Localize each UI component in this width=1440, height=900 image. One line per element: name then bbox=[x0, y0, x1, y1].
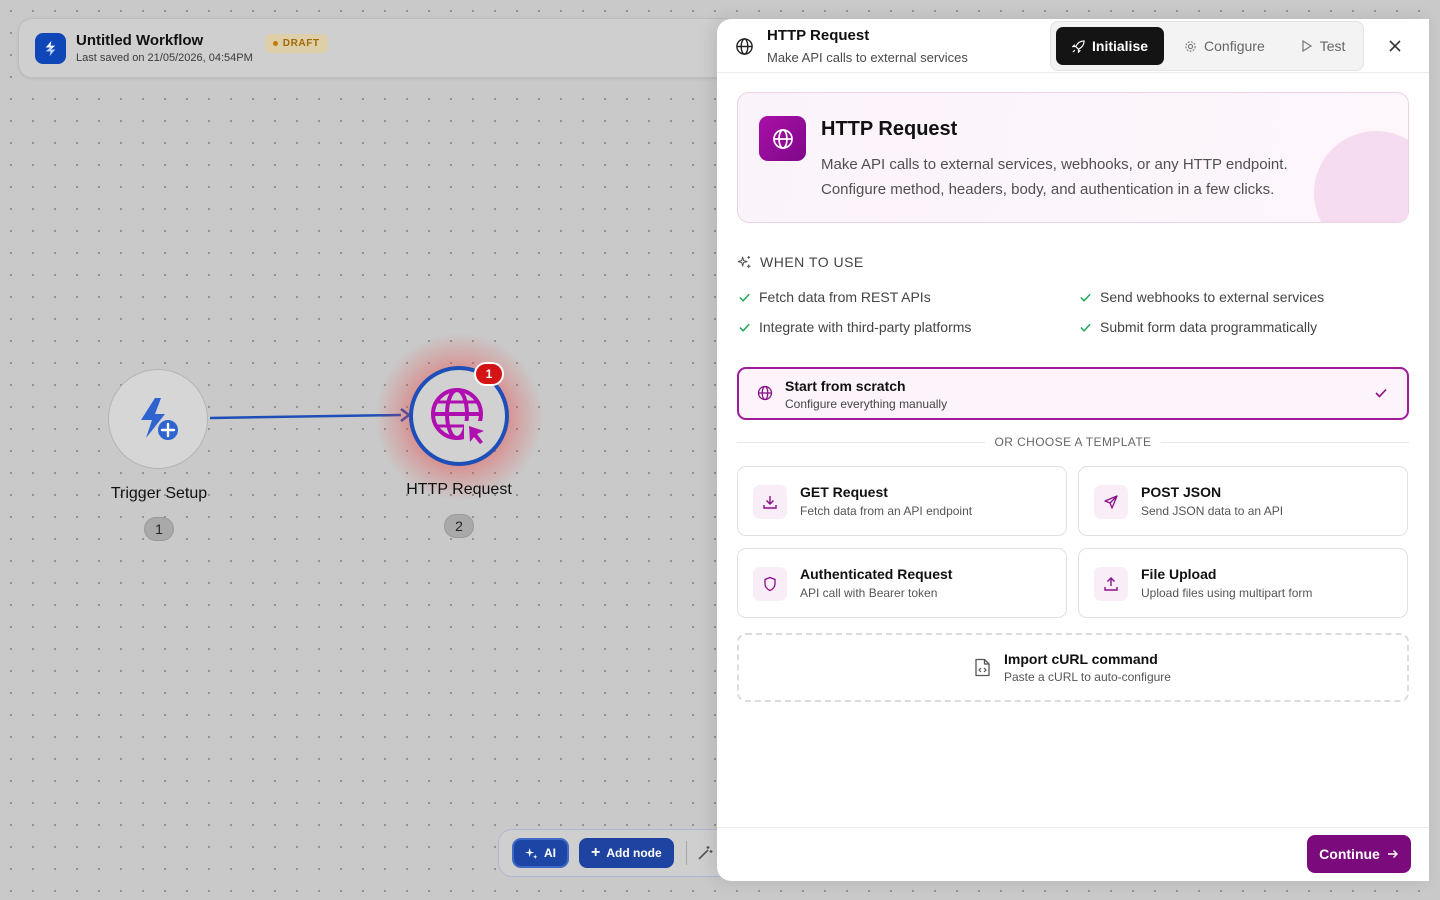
shield-icon bbox=[753, 567, 787, 601]
globe-icon bbox=[757, 385, 773, 401]
tab-test-label: Test bbox=[1319, 38, 1346, 54]
when-to-use-heading: WHEN TO USE bbox=[737, 254, 864, 270]
upload-icon bbox=[1094, 567, 1128, 601]
close-icon[interactable] bbox=[1387, 38, 1403, 54]
workflow-title[interactable]: Untitled Workflow bbox=[76, 32, 253, 49]
status-badge-label: DRAFT bbox=[282, 37, 320, 49]
globe-cursor-icon bbox=[431, 388, 488, 445]
panel-header: HTTP Request Make API calls to external … bbox=[717, 19, 1429, 73]
add-node-button[interactable]: + Add node bbox=[579, 838, 674, 868]
app-logo-icon[interactable] bbox=[35, 32, 66, 64]
node-config-panel: HTTP Request Make API calls to external … bbox=[717, 19, 1429, 881]
globe-icon bbox=[736, 38, 753, 55]
toolbar-divider bbox=[685, 841, 687, 865]
template-title: POST JSON bbox=[1141, 484, 1222, 500]
trigger-step-number: 1 bbox=[144, 517, 174, 541]
panel-footer-divider bbox=[717, 827, 1429, 828]
start-from-scratch-option[interactable]: Start from scratch Configure everything … bbox=[737, 367, 1409, 420]
tab-test[interactable]: Test bbox=[1285, 27, 1362, 65]
check-icon bbox=[1080, 323, 1091, 332]
use-case-text: Integrate with third-party platforms bbox=[759, 319, 972, 335]
template-divider: OR CHOOSE A TEMPLATE bbox=[717, 435, 1429, 449]
template-get-request[interactable]: GET Request Fetch data from an API endpo… bbox=[737, 466, 1067, 536]
when-to-use-label: WHEN TO USE bbox=[760, 254, 864, 270]
ai-button-label: AI bbox=[544, 846, 556, 860]
template-subtitle: Send JSON data to an API bbox=[1141, 504, 1284, 518]
intro-description: Make API calls to external services, web… bbox=[821, 152, 1341, 202]
plus-icon: + bbox=[591, 844, 601, 861]
use-case-item: Fetch data from REST APIs bbox=[738, 289, 931, 305]
tab-initialise-label: Initialise bbox=[1092, 38, 1149, 54]
lightning-plus-icon bbox=[141, 398, 180, 442]
sparkles-icon bbox=[525, 847, 538, 859]
panel-subtitle: Make API calls to external services bbox=[767, 50, 968, 65]
template-post-json[interactable]: POST JSON Send JSON data to an API bbox=[1078, 466, 1408, 536]
intro-title: HTTP Request bbox=[821, 118, 958, 140]
magic-wand-icon[interactable] bbox=[697, 845, 713, 861]
use-case-item: Submit form data programmatically bbox=[1079, 319, 1317, 335]
node-error-badge[interactable]: 1 bbox=[474, 362, 504, 386]
node-intro-card: HTTP Request Make API calls to external … bbox=[737, 92, 1409, 223]
use-case-text: Fetch data from REST APIs bbox=[759, 289, 931, 305]
continue-label: Continue bbox=[1319, 846, 1380, 862]
tab-configure-label: Configure bbox=[1204, 38, 1265, 54]
use-case-text: Send webhooks to external services bbox=[1100, 289, 1325, 305]
intro-description-line-1: Make API calls to external services, web… bbox=[821, 156, 1288, 173]
status-badge: DRAFT bbox=[264, 33, 328, 53]
gear-icon bbox=[1185, 40, 1196, 52]
download-icon bbox=[753, 485, 787, 519]
http-step-number: 2 bbox=[444, 514, 474, 538]
trigger-node-label: Trigger Setup bbox=[110, 485, 208, 502]
use-case-text: Submit form data programmatically bbox=[1100, 319, 1318, 335]
panel-title: HTTP Request bbox=[767, 27, 870, 44]
template-subtitle: Fetch data from an API endpoint bbox=[800, 504, 973, 518]
template-title: Authenticated Request bbox=[800, 566, 953, 582]
file-code-icon bbox=[975, 658, 990, 677]
continue-button[interactable]: Continue bbox=[1307, 835, 1411, 873]
check-icon bbox=[739, 323, 750, 332]
play-icon bbox=[1302, 40, 1312, 52]
template-title: File Upload bbox=[1141, 566, 1217, 582]
check-icon bbox=[1080, 293, 1091, 302]
use-case-item: Integrate with third-party platforms bbox=[738, 319, 971, 335]
workflow-title-block: Untitled Workflow Last saved on 21/05/20… bbox=[76, 32, 253, 64]
status-dot-icon bbox=[272, 40, 278, 46]
tab-configure[interactable]: Configure bbox=[1168, 27, 1281, 65]
workflow-header-card: Untitled Workflow Last saved on 21/05/20… bbox=[18, 18, 738, 78]
tab-initialise[interactable]: Initialise bbox=[1056, 27, 1165, 65]
panel-tabs: Initialise Configure Test bbox=[1050, 21, 1364, 71]
template-authenticated-request[interactable]: Authenticated Request API call with Bear… bbox=[737, 548, 1067, 618]
trigger-setup-node[interactable] bbox=[108, 369, 208, 469]
last-saved-text: Last saved on 21/05/2026, 04:54PM bbox=[76, 52, 253, 64]
template-divider-label: OR CHOOSE A TEMPLATE bbox=[984, 435, 1162, 449]
curl-title: Import cURL command bbox=[1004, 651, 1158, 667]
template-subtitle: Upload files using multipart form bbox=[1141, 586, 1313, 600]
curl-subtitle: Paste a cURL to auto-configure bbox=[1004, 670, 1171, 684]
http-globe-icon bbox=[759, 116, 806, 161]
rocket-icon bbox=[1072, 39, 1085, 53]
use-case-item: Send webhooks to external services bbox=[1079, 289, 1324, 305]
check-icon bbox=[739, 293, 750, 302]
sparkles-icon bbox=[737, 255, 751, 268]
add-node-label: Add node bbox=[606, 846, 662, 860]
http-node-label: HTTP Request bbox=[406, 481, 512, 498]
scratch-title: Start from scratch bbox=[785, 378, 906, 394]
selected-check-icon bbox=[1375, 388, 1387, 398]
ai-button[interactable]: AI bbox=[512, 838, 569, 868]
template-subtitle: API call with Bearer token bbox=[800, 586, 938, 600]
intro-description-line-2: Configure method, headers, body, and aut… bbox=[821, 181, 1275, 198]
arrow-right-icon bbox=[1387, 850, 1398, 858]
template-title: GET Request bbox=[800, 484, 888, 500]
send-icon bbox=[1094, 485, 1128, 519]
template-file-upload[interactable]: File Upload Upload files using multipart… bbox=[1078, 548, 1408, 618]
scratch-subtitle: Configure everything manually bbox=[785, 397, 948, 411]
import-curl-option[interactable]: Import cURL command Paste a cURL to auto… bbox=[737, 633, 1409, 702]
